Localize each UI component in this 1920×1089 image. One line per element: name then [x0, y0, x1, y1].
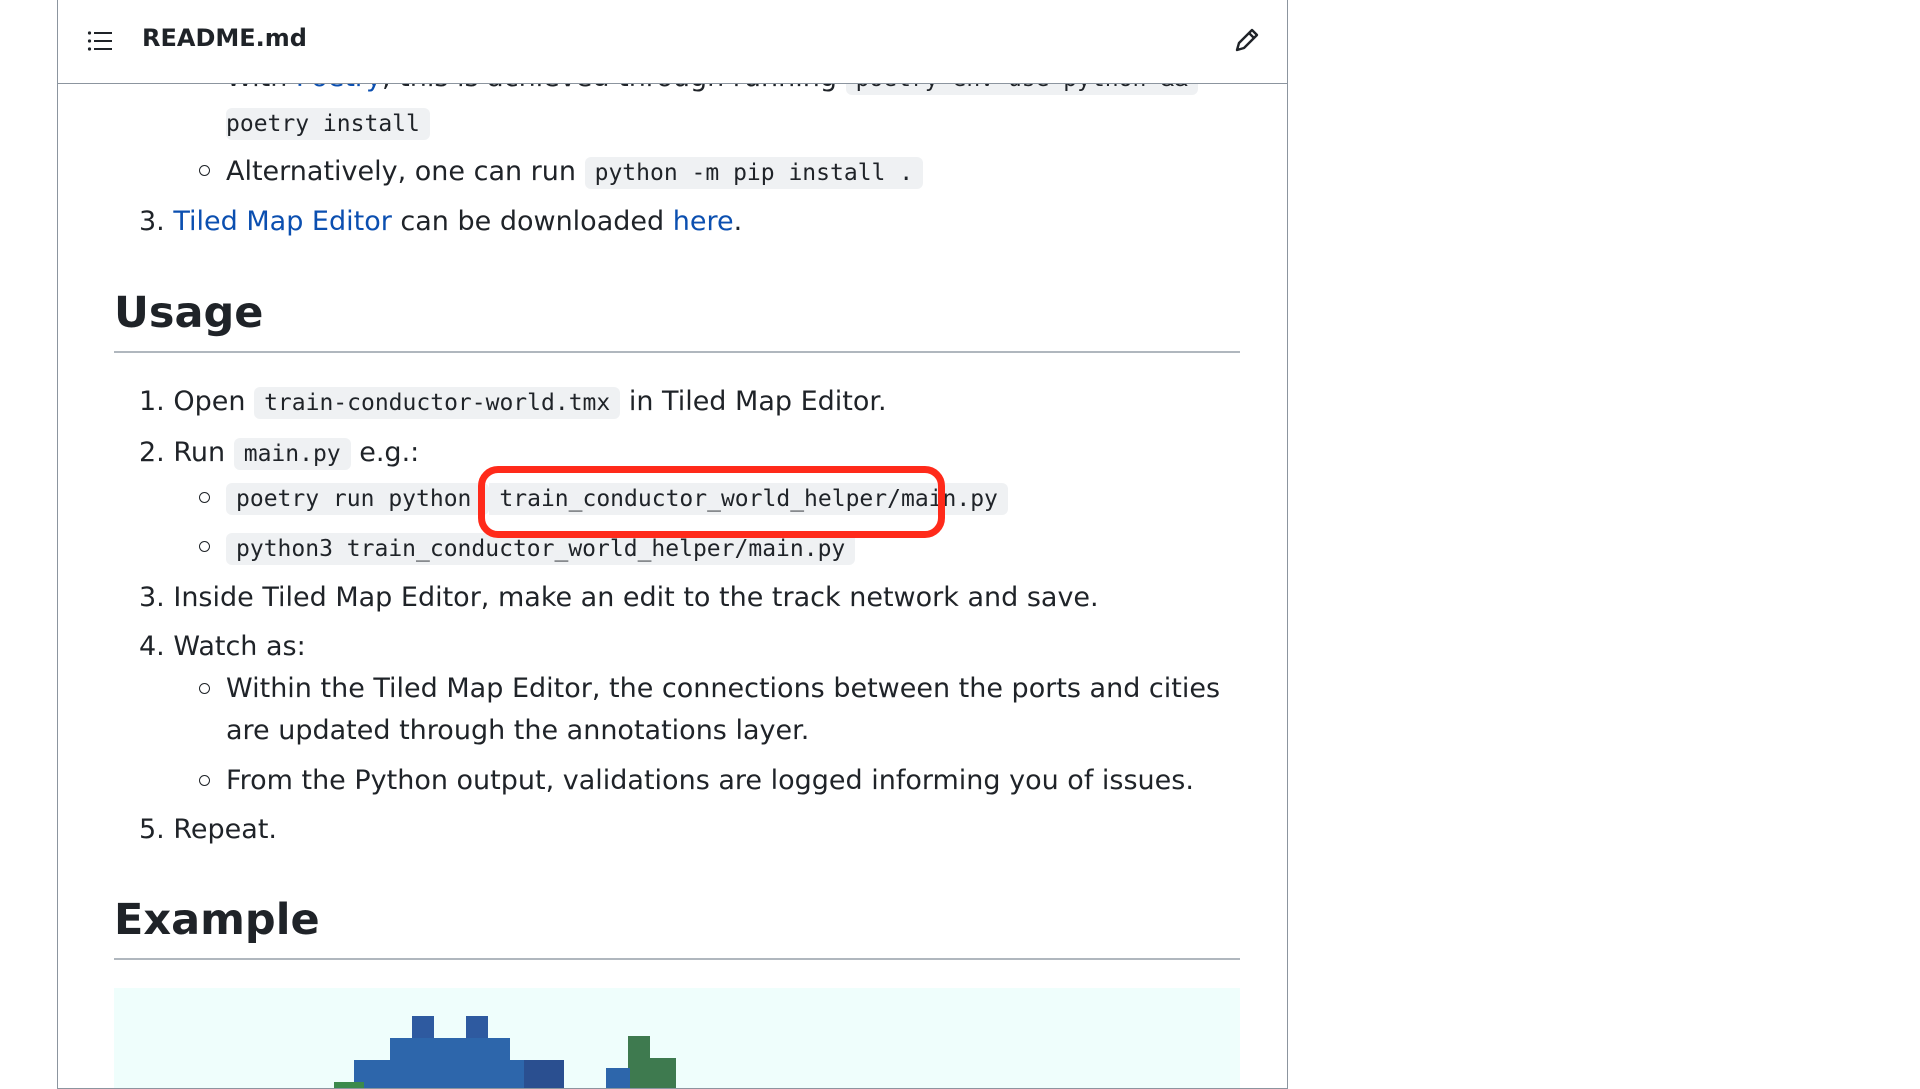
bullet-icon: [199, 165, 210, 176]
step-text-end: e.g.:: [350, 437, 420, 468]
bullet-icon: [199, 775, 210, 786]
usage-step-2: 2. Run main.py e.g.:: [139, 435, 419, 472]
step-text-end: in Tiled Map Editor.: [620, 386, 887, 417]
tmx-file-code: train-conductor-world.tmx: [254, 387, 621, 419]
install-step-3: 3. Tiled Map Editor can be downloaded he…: [139, 204, 742, 240]
usage-step-4: 4. Watch as:: [139, 629, 306, 665]
heading-divider: [114, 351, 1240, 353]
step-text: Run: [173, 437, 234, 468]
pencil-icon[interactable]: [1233, 26, 1261, 54]
step-text: Watch as:: [173, 631, 306, 662]
step-text: Repeat.: [173, 814, 277, 845]
list-number: 2.: [139, 437, 165, 468]
list-number: 5.: [139, 814, 165, 845]
step-text: can be downloaded: [391, 206, 673, 237]
usage-step-5: 5. Repeat.: [139, 812, 277, 848]
alt-text: Alternatively, one can run: [226, 156, 585, 187]
watch-item-1-line-1: Within the Tiled Map Editor, the connect…: [226, 673, 1221, 704]
list-number: 4.: [139, 631, 165, 662]
example-map-image: [114, 988, 1240, 1088]
file-header: README.md: [58, 0, 1287, 84]
usage-step-1: 1. Open train-conductor-world.tmx in Til…: [139, 384, 887, 421]
usage-step-3: 3. Inside Tiled Map Editor, make an edit…: [139, 580, 1099, 616]
step-text: Inside Tiled Map Editor, make an edit to…: [173, 582, 1099, 613]
main-py-code: main.py: [233, 438, 351, 470]
poetry-run-command: poetry run python: [226, 483, 490, 515]
bullet-icon: [199, 683, 210, 694]
here-link[interactable]: here: [673, 206, 734, 237]
poetry-install-command: poetry install: [226, 108, 430, 140]
file-title: README.md: [142, 24, 307, 52]
usage-heading: Usage: [114, 288, 264, 338]
list-number: 3.: [139, 206, 165, 237]
highlight-annotation: [478, 466, 945, 538]
watch-item-2: From the Python output, validations are …: [226, 765, 1194, 796]
step-text: Open: [173, 386, 255, 417]
list-icon[interactable]: [87, 30, 113, 52]
step-text-end: .: [733, 206, 743, 237]
tiled-map-editor-link[interactable]: Tiled Map Editor: [173, 206, 391, 237]
install-line-2: poetry install: [226, 105, 430, 142]
watch-item-1-line-2: are updated through the annotations laye…: [226, 715, 810, 746]
heading-divider: [114, 958, 1240, 960]
bullet-icon: [199, 492, 210, 503]
install-alt-line: Alternatively, one can run python -m pip…: [226, 154, 924, 191]
readme-panel: With Poetry, this is achieved through ru…: [57, 0, 1288, 1089]
list-number: 1.: [139, 386, 165, 417]
example-heading: Example: [114, 895, 320, 945]
bullet-icon: [199, 541, 210, 552]
readme-content: With Poetry, this is achieved through ru…: [58, 0, 1287, 1088]
list-number: 3.: [139, 582, 165, 613]
pip-install-command: python -m pip install .: [584, 157, 924, 189]
